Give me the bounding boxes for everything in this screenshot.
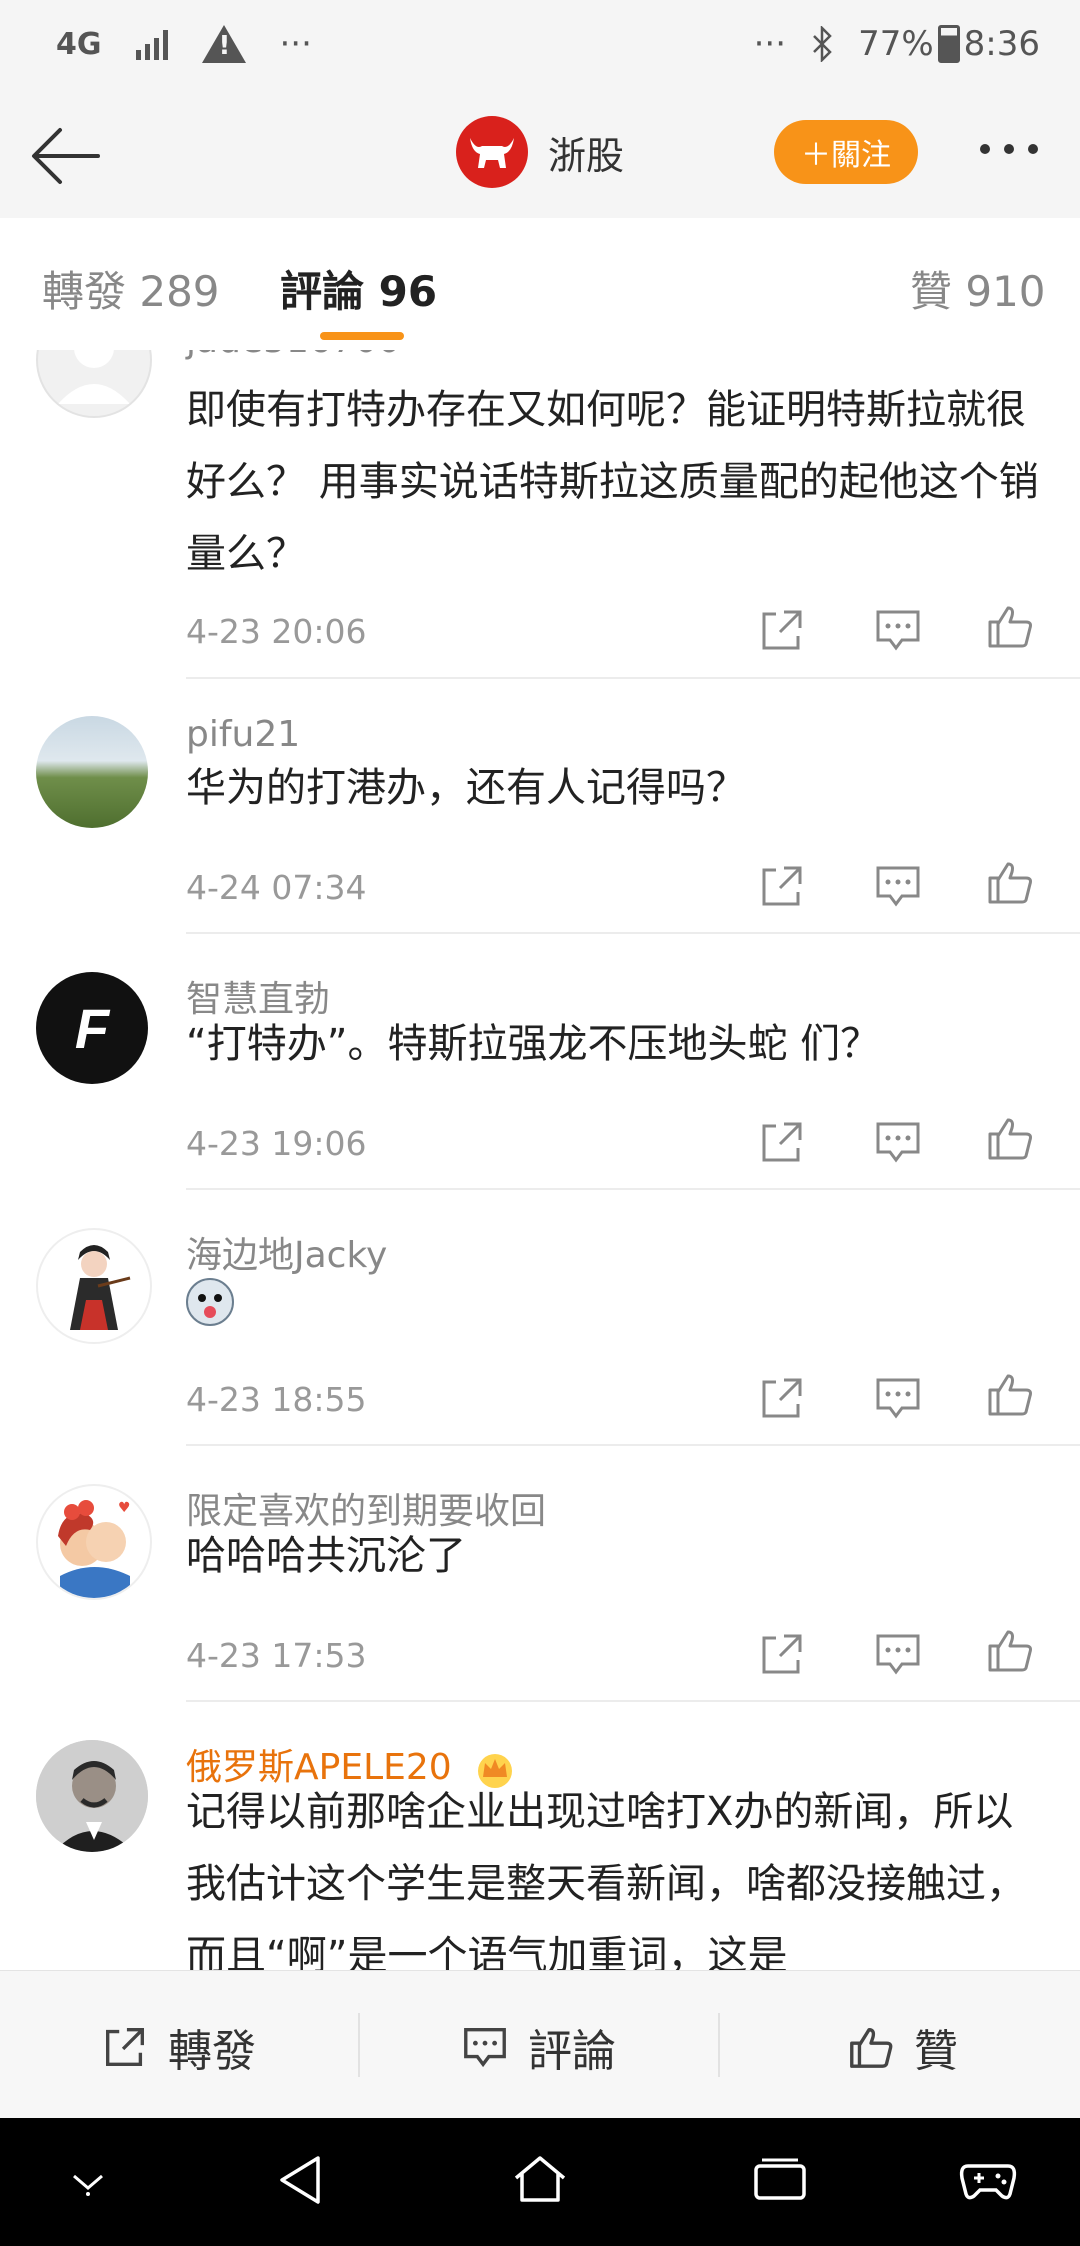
status-overflow: ··· — [279, 24, 312, 64]
recents-nav-icon[interactable] — [752, 2156, 808, 2204]
avatar[interactable] — [36, 1228, 152, 1344]
bottom-action-bar: 轉發 評論 贊 — [0, 1970, 1080, 2119]
repost-button[interactable]: 轉發 — [100, 2015, 256, 2079]
avatar[interactable]: F — [36, 972, 148, 1084]
follow-button[interactable]: ＋關注 — [774, 120, 918, 184]
clock: 8:36 — [963, 24, 1040, 64]
signal-bars-icon — [135, 28, 168, 60]
status-bar: 4G ··· ··· 77% 8:36 — [0, 0, 1080, 92]
thumbs-up-icon — [850, 2028, 893, 2068]
comment-text: 记得以前那啥企业出现过啥打X办的新闻，所以我估计这个学生是整天看新闻，啥都没接触… — [186, 1789, 1026, 1970]
default-avatar-icon — [58, 350, 130, 404]
avatar-illustration — [36, 1740, 148, 1852]
like-button[interactable]: 贊 — [846, 2015, 958, 2079]
comment-username[interactable]: jade516700 — [186, 350, 401, 361]
comment-icon — [464, 2028, 506, 2068]
share-icon[interactable] — [756, 1116, 808, 1168]
comment-divider — [186, 932, 1080, 934]
reply-icon[interactable] — [872, 604, 924, 656]
comment-label: 評論 — [528, 2026, 616, 2077]
tab-repost[interactable]: 轉發 289 — [42, 258, 220, 319]
comment-list: jade516700 即使有打特办存在又如何呢？能证明特斯拉就很好么？ 用事实说… — [0, 350, 1080, 1970]
account-header[interactable]: 浙股 — [456, 116, 624, 188]
more-options-icon[interactable] — [980, 144, 1038, 154]
comment-text — [186, 1264, 1046, 1336]
reply-icon[interactable] — [872, 1372, 924, 1424]
like-label: 贊 — [914, 2026, 958, 2077]
bull-logo-icon — [470, 138, 514, 168]
bluetooth-icon — [813, 26, 832, 62]
like-icon[interactable] — [984, 600, 1036, 652]
repost-icon — [106, 2028, 144, 2066]
comment-text: 哈哈哈共沉沦了 — [186, 1533, 466, 1579]
avatar[interactable] — [36, 1740, 148, 1852]
comment-divider — [186, 677, 1080, 679]
separator — [358, 2013, 360, 2077]
share-icon[interactable] — [756, 1372, 808, 1424]
like-icon[interactable] — [984, 1112, 1036, 1164]
svg-text:♥: ♥ — [118, 1500, 131, 1516]
share-icon[interactable] — [756, 1628, 808, 1680]
back-arrow-icon[interactable] — [28, 118, 104, 194]
avatar[interactable]: ♥ — [36, 1484, 152, 1600]
like-icon[interactable] — [984, 1368, 1036, 1420]
comment-button[interactable]: 評論 — [460, 2015, 616, 2079]
avatar-illustration — [70, 1245, 131, 1330]
reply-icon[interactable] — [872, 860, 924, 912]
separator — [718, 2013, 720, 2077]
status-overflow-right: ··· — [753, 24, 787, 64]
share-icon[interactable] — [756, 860, 808, 912]
game-tools-icon[interactable] — [958, 2154, 1018, 2206]
comment-divider — [186, 1700, 1080, 1702]
detail-tabs: 轉發 289 評論 96 贊 910 — [0, 218, 1080, 351]
reply-icon[interactable] — [872, 1116, 924, 1168]
system-nav-bar — [0, 2118, 1080, 2246]
like-icon[interactable] — [984, 1624, 1036, 1676]
comment-divider — [186, 1444, 1080, 1446]
comment-time: 4-23 20:06 — [186, 612, 367, 651]
comment-text: 华为的打港办，还有人记得吗？ — [186, 765, 746, 811]
comment-username[interactable]: pifu21 — [186, 714, 300, 755]
account-logo[interactable] — [456, 116, 528, 188]
warning-icon — [201, 25, 246, 63]
share-icon[interactable] — [756, 604, 808, 656]
comment-divider — [186, 1188, 1080, 1190]
comment-text: “打特办”。特斯拉强龙不压地头蛇 们？ — [186, 1021, 881, 1067]
battery-icon — [937, 25, 960, 63]
comment-time: 4-23 17:53 — [186, 1636, 367, 1675]
comment-time: 4-24 07:34 — [186, 868, 367, 907]
avatar[interactable] — [36, 350, 152, 418]
top-nav: 浙股 ＋關注 — [0, 92, 1080, 220]
tab-comments[interactable]: 評論 96 — [280, 258, 437, 319]
active-tab-indicator — [320, 332, 404, 340]
network-type: 4G — [56, 26, 102, 62]
avatar-illustration: ♥ — [58, 1500, 131, 1598]
like-icon[interactable] — [984, 856, 1036, 908]
tab-likes[interactable]: 贊 910 — [910, 258, 1046, 319]
account-name[interactable]: 浙股 — [548, 125, 624, 180]
comment-time: 4-23 19:06 — [186, 1124, 367, 1163]
comment-text: 即使有打特办存在又如何呢？能证明特斯拉就很好么？ 用事实说话特斯拉这质量配的起他… — [186, 387, 1039, 577]
comment-time: 4-23 18:55 — [186, 1380, 367, 1419]
battery-percent: 77% — [858, 24, 934, 64]
back-nav-icon[interactable] — [274, 2152, 326, 2208]
repost-label: 轉發 — [168, 2026, 256, 2077]
husky-emoji-icon — [186, 1278, 234, 1326]
avatar[interactable] — [36, 716, 148, 828]
hide-keyboard-icon[interactable] — [66, 2166, 110, 2198]
reply-icon[interactable] — [872, 1628, 924, 1680]
home-nav-icon[interactable] — [510, 2152, 570, 2208]
